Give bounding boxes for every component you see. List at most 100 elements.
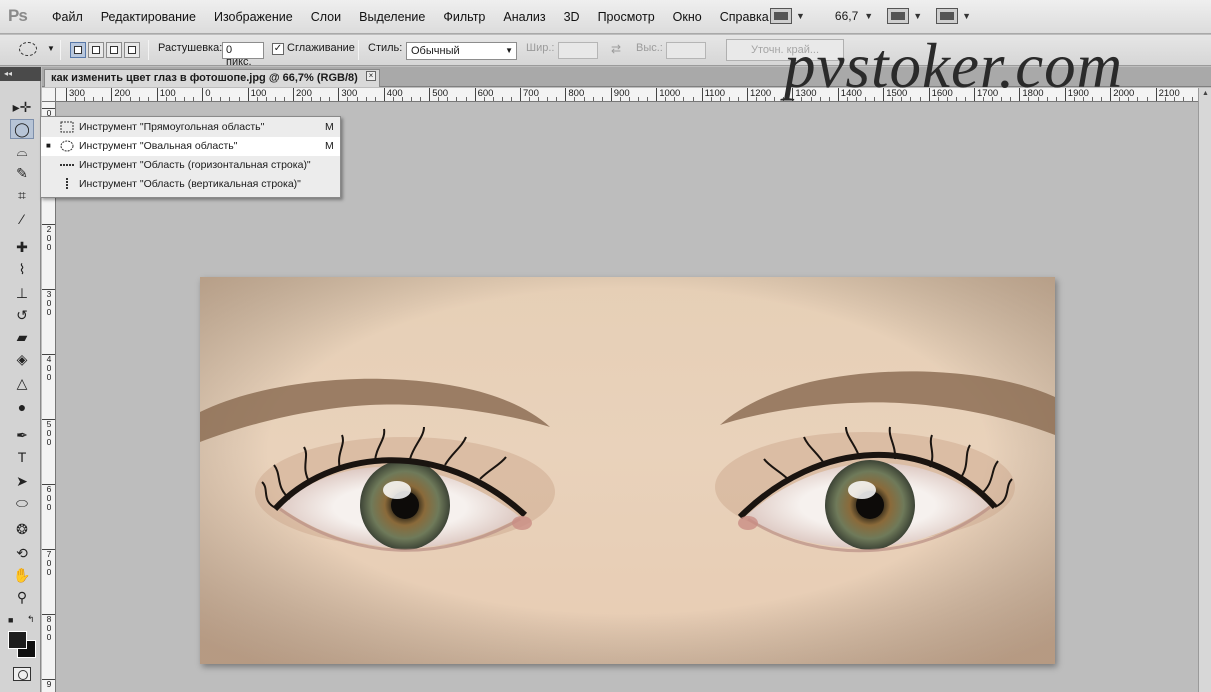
healing-brush-tool-icon[interactable]: ✚ (10, 237, 34, 257)
new-selection-button[interactable] (70, 42, 86, 58)
quick-mask-button[interactable] (13, 667, 31, 681)
menu-item[interactable]: Фильтр (434, 10, 494, 24)
arrange-documents-icon[interactable] (887, 8, 910, 24)
launch-bridge-icon[interactable] (770, 8, 792, 24)
collapse-icon[interactable]: ◂◂ (4, 69, 12, 78)
ruler-minor-tick (574, 97, 576, 101)
ruler-minor-tick (320, 97, 322, 101)
ruler-minor-tick (1128, 97, 1130, 101)
menu-item[interactable]: Изображение (205, 10, 302, 24)
ruler-origin[interactable] (42, 88, 56, 102)
height-input[interactable] (666, 42, 706, 59)
subtract-from-selection-button[interactable] (106, 42, 122, 58)
style-label: Стиль: (368, 42, 403, 54)
hand-tool-icon[interactable]: ✋ (10, 565, 34, 585)
path-selection-tool-icon[interactable]: ➤ (10, 471, 34, 491)
ruler-minor-tick (147, 97, 149, 101)
ruler-minor-tick (619, 97, 621, 101)
menu-item[interactable]: Выделение (350, 10, 434, 24)
ruler-minor-tick (75, 97, 77, 101)
menu-item[interactable]: Окно (664, 10, 711, 24)
pen-tool-icon[interactable]: ✒ (10, 425, 34, 445)
document-canvas[interactable] (200, 277, 1055, 664)
flyout-menu-item[interactable]: Инструмент "Прямоугольная область" M (41, 118, 340, 137)
width-input[interactable] (558, 42, 598, 59)
menu-item[interactable]: Файл (52, 10, 92, 24)
ruler-minor-tick (184, 97, 186, 101)
toolbox-header[interactable]: ◂◂ (0, 67, 41, 81)
ruler-minor-tick (265, 97, 267, 101)
chevron-down-icon[interactable]: ▼ (962, 11, 971, 21)
ruler-minor-tick (302, 97, 304, 101)
flyout-menu-item[interactable]: Инструмент "Область (вертикальная строка… (41, 175, 340, 194)
ruler-minor-tick (374, 97, 376, 101)
scroll-up-icon[interactable]: ▲ (1202, 90, 1209, 97)
ruler-tick-label: 2 0 0 (42, 224, 55, 252)
ruler-minor-tick (601, 97, 603, 101)
ruler-tick-label: 9 (42, 679, 55, 689)
style-select[interactable]: Обычный ▼ (406, 42, 517, 60)
type-tool-icon[interactable]: T (10, 447, 34, 467)
chevron-down-icon[interactable]: ▼ (864, 11, 873, 21)
history-brush-tool-icon[interactable]: ↺ (10, 305, 34, 325)
menu-bar: Ps Файл Редактирование Изображение Слои Выде… (0, 0, 1211, 34)
eyes-photo (200, 277, 1055, 664)
ruler-minor-tick (311, 97, 313, 101)
chevron-down-icon[interactable]: ▼ (913, 11, 922, 21)
tool-preset-picker[interactable]: ▼ (17, 41, 55, 59)
ruler-minor-tick (483, 97, 485, 101)
flyout-menu-item[interactable]: ■ Инструмент "Овальная область" M (41, 137, 340, 156)
ruler-minor-tick (556, 97, 558, 101)
ruler-minor-tick (719, 97, 721, 101)
menu-item[interactable]: Просмотр (589, 10, 664, 24)
lasso-tool-icon[interactable]: ⌓ (10, 141, 34, 161)
ruler-minor-tick (120, 97, 122, 101)
chevron-down-icon[interactable]: ▼ (796, 11, 805, 21)
menu-item[interactable]: Справка (711, 10, 778, 24)
ellipse-shape-tool-icon[interactable]: ⬭ (10, 493, 34, 513)
foreground-color-swatch[interactable] (8, 631, 27, 649)
intersect-selection-button[interactable] (124, 42, 140, 58)
elliptical-marquee-tool-icon[interactable]: ◯ (10, 119, 34, 139)
move-tool-icon[interactable]: ▸✛ (10, 97, 34, 117)
add-to-selection-button[interactable] (88, 42, 104, 58)
paint-bucket-tool-icon[interactable]: ◈ (10, 349, 34, 369)
zoom-level[interactable]: 66,7 (835, 9, 858, 23)
menu-item[interactable]: Редактирование (92, 10, 205, 24)
dodge-tool-icon[interactable]: ● (10, 397, 34, 417)
ruler-minor-tick (1164, 97, 1166, 101)
3d-rotate-tool-icon[interactable]: ❂ (10, 519, 34, 539)
antialias-checkbox[interactable]: ✓ (272, 43, 284, 55)
ruler-minor-tick (356, 97, 358, 101)
swap-colors-icon[interactable]: ↰ (27, 614, 35, 625)
antialias-label: Сглаживание (287, 42, 355, 54)
zoom-tool-icon[interactable]: ⚲ (10, 587, 34, 607)
divider (358, 40, 359, 60)
flyout-item-label: Инструмент "Область (вертикальная строка… (79, 178, 301, 190)
default-colors-icon[interactable]: ■ (8, 615, 13, 625)
brush-tool-icon[interactable]: ⌇ (10, 259, 34, 279)
flyout-menu-item[interactable]: Инструмент "Область (горизонтальная стро… (41, 156, 340, 175)
screen-mode-icon[interactable] (936, 8, 959, 24)
feather-input[interactable]: 0 пикс. (222, 42, 264, 68)
3d-orbit-tool-icon[interactable]: ⟲ (10, 543, 34, 563)
menu-item[interactable]: Слои (302, 10, 350, 24)
document-tab[interactable]: как изменить цвет глаз в фотошопе.jpg @ … (44, 69, 380, 87)
menu-item[interactable]: Анализ (494, 10, 554, 24)
ruler-tick-label: 1100 (701, 88, 725, 101)
blur-tool-icon[interactable]: △ (10, 373, 34, 393)
menu-item[interactable]: 3D (555, 10, 589, 24)
crop-tool-icon[interactable]: ⌗ (10, 185, 34, 205)
eyedropper-tool-icon[interactable]: ⁄ (10, 209, 34, 229)
ruler-minor-tick (647, 97, 649, 101)
quick-selection-tool-icon[interactable]: ✎ (10, 163, 34, 183)
flyout-item-label: Инструмент "Прямоугольная область" (79, 121, 265, 133)
close-icon[interactable]: × (366, 71, 376, 81)
clone-stamp-tool-icon[interactable]: ⊥ (10, 283, 34, 303)
eraser-tool-icon[interactable]: ▰ (10, 327, 34, 347)
ruler-minor-tick (256, 97, 258, 101)
vertical-scrollbar[interactable]: ▲ (1198, 88, 1211, 692)
ruler-minor-tick (501, 97, 503, 101)
swap-dimensions-icon[interactable]: ⇄ (611, 42, 621, 56)
chevron-down-icon: ▼ (505, 46, 513, 55)
